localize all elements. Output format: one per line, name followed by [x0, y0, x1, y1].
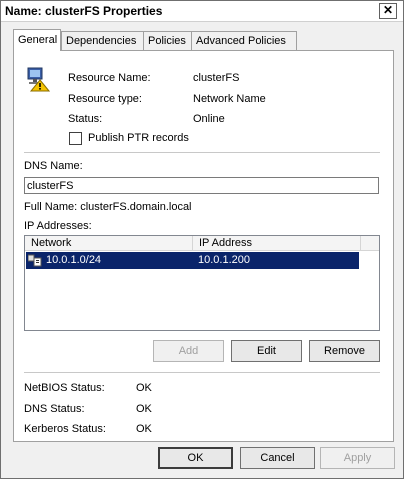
- window-title: Name: clusterFS Properties: [5, 4, 163, 18]
- netbios-status-label: NetBIOS Status:: [24, 382, 105, 394]
- close-icon: ✕: [382, 3, 394, 17]
- list-header: Network IP Address: [25, 236, 379, 251]
- column-header-ip-address[interactable]: IP Address: [193, 236, 361, 250]
- publish-ptr-checkbox[interactable]: [69, 132, 82, 145]
- title-bar[interactable]: Name: clusterFS Properties ✕: [1, 1, 403, 22]
- close-button[interactable]: ✕: [379, 3, 397, 19]
- dns-status-value: OK: [136, 403, 152, 415]
- resource-name-value: clusterFS: [193, 72, 240, 84]
- ip-resource-icon: [27, 253, 42, 267]
- ip-addresses-list[interactable]: Network IP Address 10.0.1.0/24 10.0.1.20…: [24, 235, 380, 331]
- dns-name-input[interactable]: [24, 177, 379, 194]
- kerberos-status-label: Kerberos Status:: [24, 423, 106, 435]
- dns-name-label: DNS Name:: [24, 160, 83, 172]
- properties-dialog: Name: clusterFS Properties ✕ General Dep…: [0, 0, 404, 479]
- network-name-resource-icon: [26, 66, 51, 92]
- resource-type-value: Network Name: [193, 93, 266, 105]
- column-header-network[interactable]: Network: [25, 236, 193, 250]
- netbios-status-value: OK: [136, 382, 152, 394]
- resource-name-label: Resource Name:: [68, 72, 151, 84]
- row-network-cell: 10.0.1.0/24: [46, 254, 102, 266]
- apply-button[interactable]: Apply: [320, 447, 395, 469]
- tab-policies[interactable]: Policies: [143, 31, 195, 50]
- kerberos-status-value: OK: [136, 423, 152, 435]
- resource-type-label: Resource type:: [68, 93, 142, 105]
- ip-addresses-label: IP Addresses:: [24, 220, 92, 232]
- status-label: Status:: [68, 113, 103, 125]
- status-value: Online: [193, 113, 225, 125]
- tab-dependencies[interactable]: Dependencies: [61, 31, 144, 50]
- add-button[interactable]: Add: [153, 340, 224, 362]
- tab-advanced-policies[interactable]: Advanced Policies: [191, 31, 297, 50]
- ok-button[interactable]: OK: [158, 447, 233, 469]
- general-tab-panel: Resource Name: clusterFS Resource type: …: [13, 50, 394, 442]
- table-row[interactable]: 10.0.1.0/24 10.0.1.200: [26, 252, 359, 269]
- full-name-text: Full Name: clusterFS.domain.local: [24, 201, 192, 213]
- publish-ptr-label: Publish PTR records: [88, 132, 189, 144]
- divider: [24, 372, 380, 373]
- row-ip-cell: 10.0.1.200: [198, 254, 250, 266]
- cancel-button[interactable]: Cancel: [240, 447, 315, 469]
- divider: [24, 152, 380, 153]
- edit-button[interactable]: Edit: [231, 340, 302, 362]
- remove-button[interactable]: Remove: [309, 340, 380, 362]
- dns-status-label: DNS Status:: [24, 403, 85, 415]
- tab-general[interactable]: General: [13, 29, 61, 51]
